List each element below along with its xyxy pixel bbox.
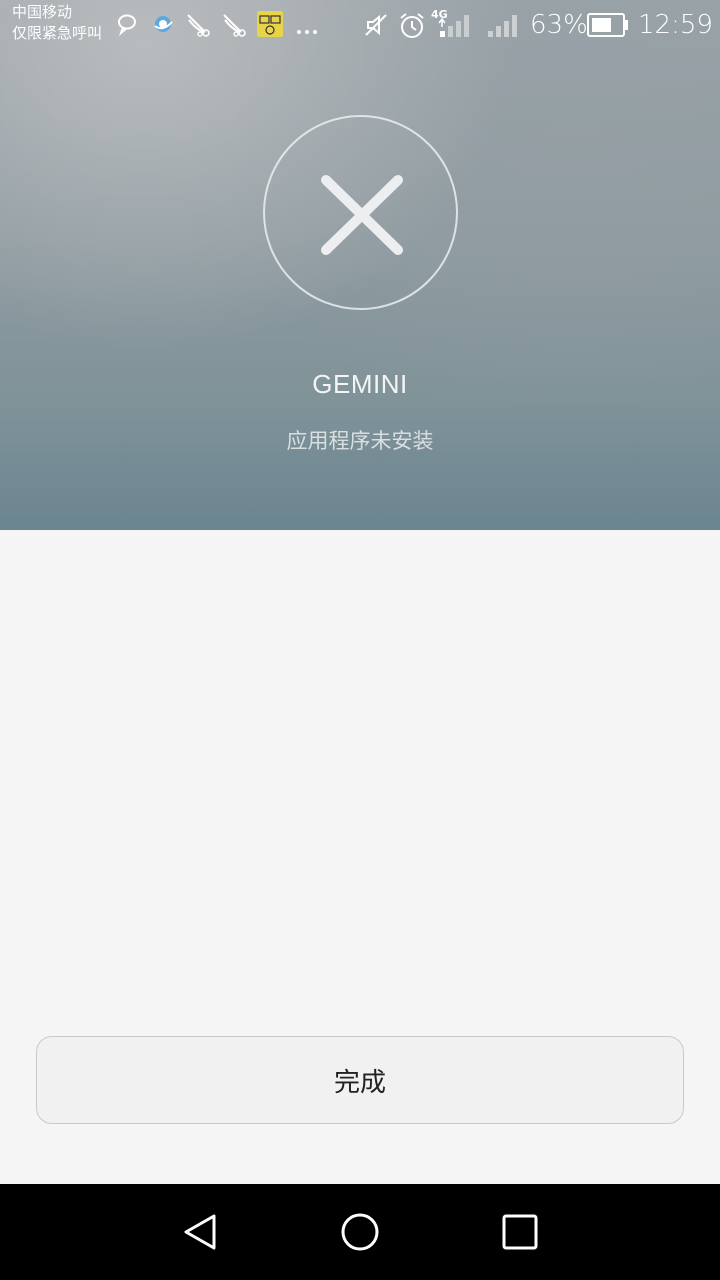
install-result-header: 中国移动 仅限紧急呼叫 4G 63% 12:59 GEMINI 应用程序未安装 [0,0,720,530]
alarm-icon [398,12,426,44]
carrier-status: 仅限紧急呼叫 [12,24,103,42]
done-button[interactable]: 完成 [36,1036,684,1124]
battery-percent: 63% [530,10,588,40]
battery-icon [587,13,629,41]
more-dots-icon [296,20,318,39]
app-name: GEMINI [312,369,408,399]
calendar-app-icon [257,11,283,41]
carrier-info: 中国移动 仅限紧急呼叫 [12,2,102,44]
install-failed-icon [263,115,458,310]
carrier-name: 中国移动 [12,3,73,21]
signal-icon [487,13,519,43]
close-icon [321,175,403,255]
satellite-icon [185,12,211,42]
home-icon[interactable] [338,1210,382,1258]
navigation-bar [0,1184,720,1280]
recents-icon[interactable] [498,1210,542,1258]
back-icon[interactable] [180,1210,224,1258]
chat-bubble-icon [116,12,138,40]
signal-icon [437,13,471,43]
browser-icon [151,12,175,40]
satellite-icon [221,12,247,42]
status-bar: 中国移动 仅限紧急呼叫 4G 63% 12:59 [0,0,720,50]
install-status-message: 应用程序未安装 [286,429,434,453]
mute-icon [363,12,389,42]
clock-time: 12:59 [638,10,713,40]
